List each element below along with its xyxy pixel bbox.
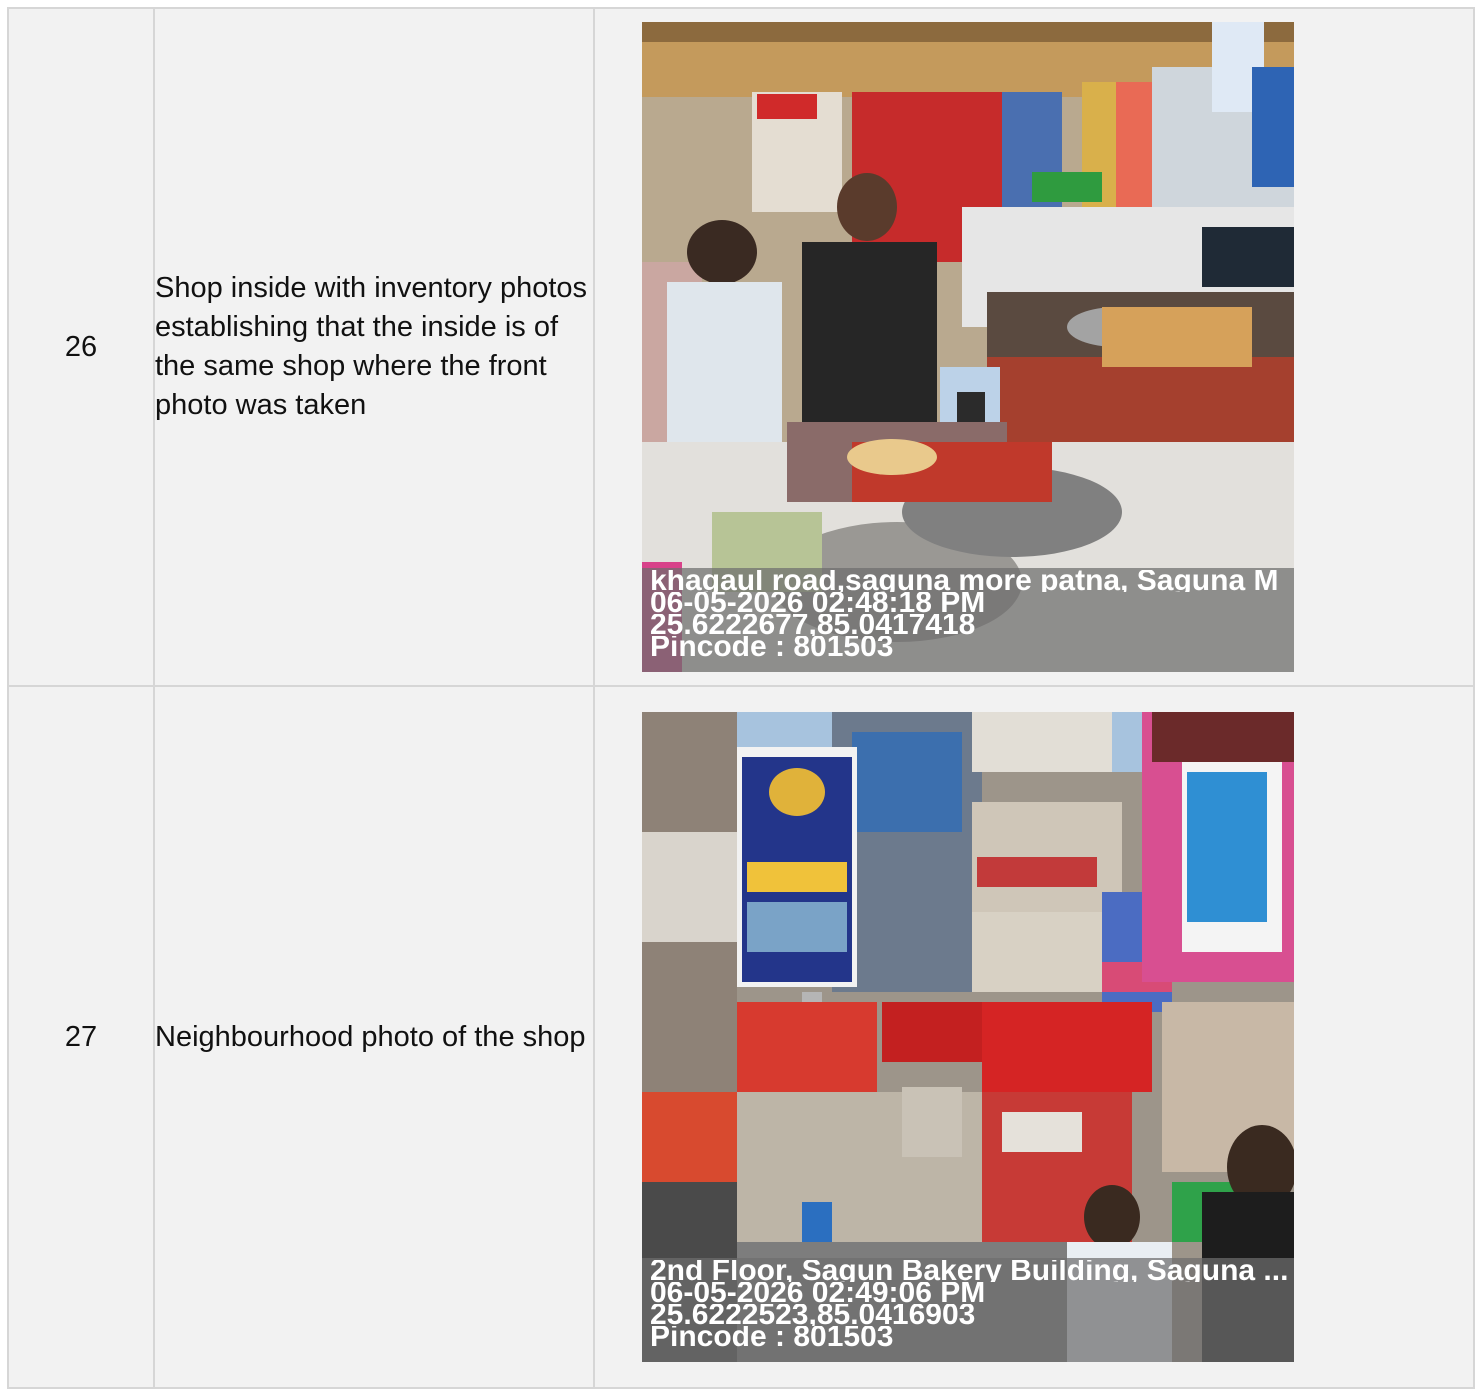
table-row: 26 Shop inside with inventory photos est… bbox=[7, 7, 1475, 687]
photo-cell: khagaul road,saguna more patna, Saguna M… bbox=[593, 7, 1475, 687]
geo-coordinates: 25.6222677,85.0417418 bbox=[650, 614, 976, 636]
geo-address: khagaul road,saguna more patna, Saguna M bbox=[650, 570, 1279, 592]
shop-inside-photo: khagaul road,saguna more patna, Saguna M… bbox=[642, 22, 1294, 672]
table-row: 27 Neighbourhood photo of the shop 2nd F… bbox=[7, 685, 1475, 1389]
row-number: 27 bbox=[7, 685, 155, 1389]
geo-address: 2nd Floor, Sagun Bakery Building, Saguna… bbox=[650, 1260, 1289, 1282]
report-table: 26 Shop inside with inventory photos est… bbox=[7, 7, 1475, 1389]
geo-stamp-overlay: 2nd Floor, Sagun Bakery Building, Saguna… bbox=[642, 1258, 1294, 1362]
row-description: Neighbourhood photo of the shop bbox=[153, 685, 595, 1389]
geo-pincode: Pincode : 801503 bbox=[650, 636, 894, 658]
geo-stamp-overlay: khagaul road,saguna more patna, Saguna M… bbox=[642, 568, 1294, 672]
row-number: 26 bbox=[7, 7, 155, 687]
geo-datetime: 06-05-2026 02:49:06 PM bbox=[650, 1282, 986, 1304]
photo-cell: 2nd Floor, Sagun Bakery Building, Saguna… bbox=[593, 685, 1475, 1389]
neighbourhood-photo: 2nd Floor, Sagun Bakery Building, Saguna… bbox=[642, 712, 1294, 1362]
geo-coordinates: 25.6222523,85.0416903 bbox=[650, 1304, 976, 1326]
row-description: Shop inside with inventory photos establ… bbox=[153, 7, 595, 687]
geo-pincode: Pincode : 801503 bbox=[650, 1326, 894, 1348]
geo-datetime: 06-05-2026 02:48:18 PM bbox=[650, 592, 986, 614]
